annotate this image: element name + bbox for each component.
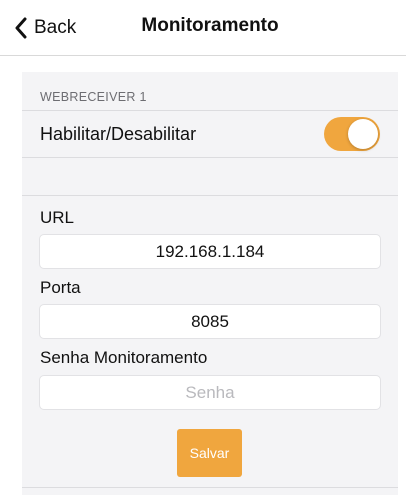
password-label: Senha Monitoramento xyxy=(40,348,208,367)
divider xyxy=(22,487,398,488)
switch-knob xyxy=(348,119,378,149)
divider xyxy=(22,110,398,111)
port-label: Porta xyxy=(40,278,81,297)
enable-toggle-switch[interactable] xyxy=(324,117,380,151)
section-header: WEBRECEIVER 1 xyxy=(40,90,147,104)
divider xyxy=(22,157,398,158)
url-label: URL xyxy=(40,208,75,227)
divider xyxy=(22,195,398,196)
navigation-bar: Back Monitoramento xyxy=(0,0,406,56)
url-field[interactable] xyxy=(39,234,381,269)
port-field[interactable] xyxy=(39,304,381,339)
save-button[interactable]: Salvar xyxy=(177,429,242,477)
toggle-label: Habilitar/Desabilitar xyxy=(40,124,197,144)
page-title: Monitoramento xyxy=(141,15,279,36)
password-field[interactable] xyxy=(39,375,381,410)
settings-panel: WEBRECEIVER 1 Habilitar/Desabilitar URL … xyxy=(22,72,398,495)
